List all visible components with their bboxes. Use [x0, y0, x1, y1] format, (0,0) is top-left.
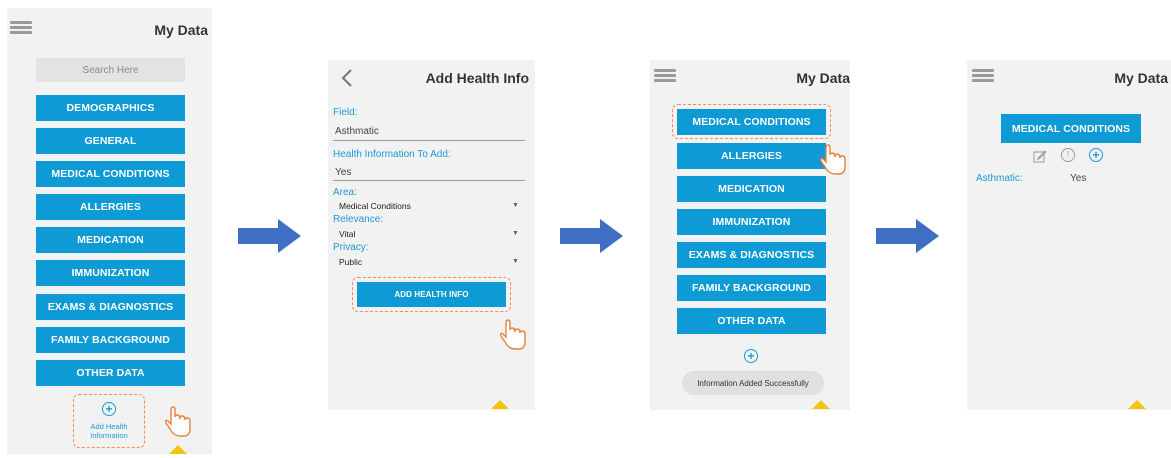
- tap-hand-icon: [500, 319, 526, 350]
- add-health-info-button[interactable]: + Add Health Information: [73, 394, 145, 448]
- field-label: Field:: [333, 107, 358, 118]
- screen-medical-conditions: My Data MEDICAL CONDITIONS ! + Asthmatic…: [967, 60, 1171, 410]
- menu-button-other-data[interactable]: OTHER DATA: [36, 360, 185, 386]
- menu-button-allergies[interactable]: ALLERGIES: [36, 194, 185, 220]
- triangle-indicator: [491, 400, 509, 409]
- relevance-dropdown-icon[interactable]: ▼: [512, 230, 519, 237]
- tap-hand-icon: [165, 406, 191, 437]
- menu-button-immunization[interactable]: IMMUNIZATION: [36, 260, 185, 286]
- info-input[interactable]: Yes: [335, 167, 351, 178]
- flow-arrow-icon: [238, 219, 301, 253]
- menu-button-exams-diagnostics[interactable]: EXAMS & DIAGNOSTICS: [36, 294, 185, 320]
- screen-my-data: My Data Search Here DEMOGRAPHICS GENERAL…: [7, 8, 212, 454]
- row-value: Yes: [1070, 173, 1087, 184]
- menu-button-other-data[interactable]: OTHER DATA: [677, 308, 826, 334]
- menu-button-medication[interactable]: MEDICATION: [36, 227, 185, 253]
- row-label: Asthmatic:: [976, 173, 1023, 184]
- add-health-info-label: Add Health Information: [90, 422, 128, 440]
- edit-icon[interactable]: [1033, 149, 1047, 163]
- menu-icon[interactable]: [972, 69, 994, 83]
- screen-my-data-updated: My Data MEDICAL CONDITIONS ALLERGIES MED…: [650, 60, 850, 410]
- menu-button-family-background[interactable]: FAMILY BACKGROUND: [36, 327, 185, 353]
- area-dropdown-icon[interactable]: ▼: [512, 202, 519, 209]
- privacy-label: Privacy:: [333, 242, 369, 253]
- triangle-indicator: [812, 400, 830, 409]
- triangle-indicator: [169, 445, 187, 454]
- info-icon[interactable]: !: [1061, 148, 1075, 162]
- page-title: My Data: [1114, 70, 1168, 86]
- search-input[interactable]: Search Here: [36, 58, 185, 82]
- triangle-indicator: [1128, 400, 1146, 409]
- menu-button-demographics[interactable]: DEMOGRAPHICS: [36, 95, 185, 121]
- relevance-label: Relevance:: [333, 214, 384, 225]
- info-underline: [333, 180, 525, 181]
- flow-arrow-icon: [876, 219, 939, 253]
- menu-icon[interactable]: [10, 21, 32, 35]
- menu-button-medical-conditions[interactable]: MEDICAL CONDITIONS: [677, 109, 826, 135]
- privacy-select[interactable]: Public: [339, 257, 362, 267]
- menu-button-general[interactable]: GENERAL: [36, 128, 185, 154]
- screen-add-health-info: Add Health Info Field: Asthmatic Health …: [328, 60, 535, 410]
- info-label: Health Information To Add:: [333, 149, 451, 160]
- page-title: Add Health Info: [425, 70, 529, 86]
- area-label: Area:: [333, 187, 357, 198]
- page-title: My Data: [154, 22, 208, 38]
- field-input[interactable]: Asthmatic: [335, 126, 379, 137]
- menu-button-family-background[interactable]: FAMILY BACKGROUND: [677, 275, 826, 301]
- menu-button-medication[interactable]: MEDICATION: [677, 176, 826, 202]
- page-title: My Data: [796, 70, 850, 86]
- toast-message: Information Added Successfully: [682, 371, 824, 395]
- medical-conditions-header-button[interactable]: MEDICAL CONDITIONS: [1001, 114, 1141, 143]
- back-arrow-icon[interactable]: [340, 68, 354, 88]
- privacy-dropdown-icon[interactable]: ▼: [512, 258, 519, 265]
- relevance-select[interactable]: Vital: [339, 229, 355, 239]
- add-icon[interactable]: +: [1089, 148, 1103, 162]
- flow-arrow-icon: [560, 219, 623, 253]
- field-underline: [333, 140, 525, 141]
- tap-hand-icon: [820, 144, 846, 175]
- menu-button-medical-conditions[interactable]: MEDICAL CONDITIONS: [36, 161, 185, 187]
- menu-button-allergies[interactable]: ALLERGIES: [677, 143, 826, 169]
- add-icon[interactable]: +: [744, 349, 758, 363]
- add-health-info-submit-button[interactable]: ADD HEALTH INFO: [357, 282, 506, 307]
- menu-button-exams-diagnostics[interactable]: EXAMS & DIAGNOSTICS: [677, 242, 826, 268]
- area-select[interactable]: Medical Conditions: [339, 201, 411, 211]
- menu-button-immunization[interactable]: IMMUNIZATION: [677, 209, 826, 235]
- add-icon: +: [102, 402, 116, 416]
- menu-icon[interactable]: [654, 69, 676, 83]
